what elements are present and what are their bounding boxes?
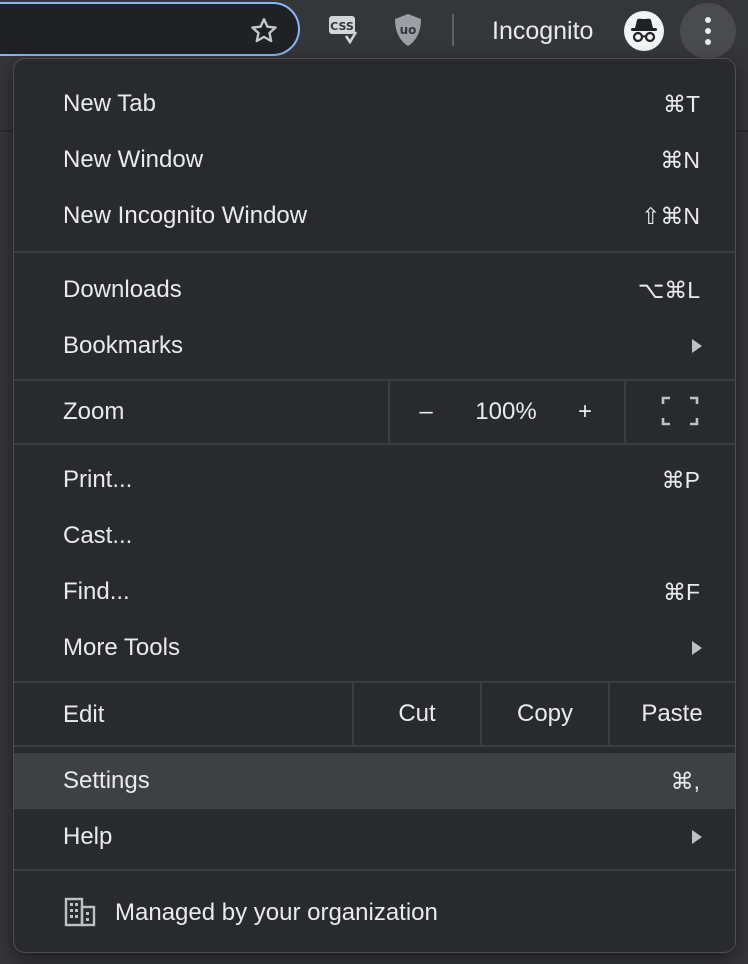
menu-item-label: More Tools [63, 634, 180, 661]
zoom-separator [624, 381, 626, 443]
fullscreen-icon[interactable] [660, 395, 700, 427]
building-icon [64, 897, 96, 927]
star-outline-icon[interactable] [248, 15, 280, 47]
menu-item-shortcut: ⌥⌘L [637, 277, 700, 303]
chevron-right-icon [692, 641, 702, 655]
ublock-shield-icon[interactable]: uo [392, 12, 424, 48]
managed-by-organization[interactable]: Managed by your organization [14, 871, 735, 952]
incognito-label[interactable]: Incognito [492, 14, 593, 48]
menu-item-shortcut: ⌘N [660, 147, 700, 173]
three-dot-menu-icon[interactable] [680, 3, 736, 59]
zoom-label: Zoom [63, 398, 125, 425]
menu-item-print[interactable]: Print... ⌘P [14, 452, 735, 508]
incognito-icon[interactable] [624, 11, 664, 51]
menu-item-label: Downloads [63, 276, 182, 303]
toolbar-separator [452, 14, 454, 46]
browser-toolbar: CSS uo Incognito [0, 0, 748, 62]
menu-dot [705, 28, 711, 34]
menu-item-cast[interactable]: Cast... [14, 508, 735, 564]
ublock-extension-label: uo [400, 23, 417, 37]
menu-item-shortcut: ⌘P [661, 467, 700, 493]
menu-item-label: New Incognito Window [63, 202, 308, 229]
managed-label: Managed by your organization [115, 899, 438, 926]
menu-item-find[interactable]: Find... ⌘F [14, 564, 735, 620]
menu-item-new-tab[interactable]: New Tab ⌘T [14, 76, 735, 132]
menu-item-label: Cast... [63, 522, 133, 549]
menu-item-shortcut: ⌘, [670, 768, 700, 794]
page-divider [0, 130, 14, 132]
menu-item-label: Find... [63, 578, 130, 605]
menu-dot [705, 39, 711, 45]
menu-item-label: Bookmarks [63, 332, 184, 359]
menu-item-settings[interactable]: Settings ⌘, [14, 753, 735, 809]
chevron-right-icon [692, 830, 702, 844]
menu-item-shortcut: ⌘F [662, 579, 700, 605]
menu-item-shortcut: ⌘T [662, 91, 700, 117]
menu-item-label: New Window [63, 146, 204, 173]
menu-item-new-incognito-window[interactable]: New Incognito Window ⇧⌘N [14, 188, 735, 244]
menu-item-label: Help [63, 823, 113, 850]
copy-button[interactable]: Copy [482, 683, 608, 745]
paste-button[interactable]: Paste [610, 683, 734, 745]
menu-divider [14, 251, 735, 253]
page-divider [736, 130, 748, 132]
zoom-separator [388, 381, 390, 443]
menu-item-label: Settings [63, 767, 150, 794]
chevron-right-icon [692, 339, 702, 353]
chrome-app-menu: New Tab ⌘T New Window ⌘N New Incognito W… [13, 58, 736, 953]
menu-item-downloads[interactable]: Downloads ⌥⌘L [14, 262, 735, 318]
css-extension-label: CSS [330, 20, 354, 33]
edit-label: Edit [63, 701, 105, 728]
menu-item-label: Print... [63, 466, 133, 493]
menu-item-new-window[interactable]: New Window ⌘N [14, 132, 735, 188]
menu-item-help[interactable]: Help [14, 809, 735, 865]
menu-dot [705, 17, 711, 23]
zoom-in-button[interactable]: + [555, 381, 615, 443]
menu-divider [14, 443, 735, 445]
cut-button[interactable]: Cut [354, 683, 480, 745]
menu-item-label: New Tab [63, 90, 156, 117]
menu-item-shortcut: ⇧⌘N [641, 203, 700, 229]
zoom-out-button[interactable]: – [396, 381, 456, 443]
menu-divider [14, 745, 735, 747]
zoom-level: 100% [475, 398, 537, 425]
menu-item-bookmarks[interactable]: Bookmarks [14, 318, 735, 374]
menu-item-more-tools[interactable]: More Tools [14, 620, 735, 676]
css-extension-icon[interactable]: CSS [328, 14, 360, 44]
